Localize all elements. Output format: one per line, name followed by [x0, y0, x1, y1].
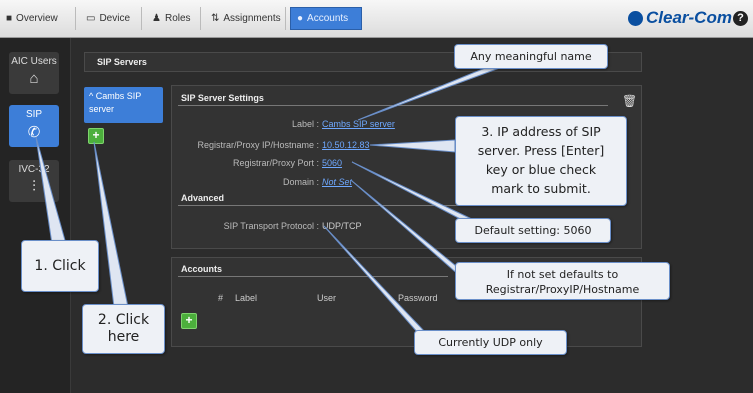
leader-click2 [93, 141, 129, 308]
callout-click-2: 2. Click here [82, 304, 165, 354]
leader-udp [323, 225, 428, 334]
callout-line: server. Press [Enter] [477, 143, 605, 158]
leader-click1 [35, 136, 67, 245]
callout-domain-default: If not set defaults to Registrar/ProxyIP… [455, 262, 670, 300]
callout-line: 2. Click [97, 312, 150, 328]
callout-click-1: 1. Click [21, 240, 99, 292]
callout-line: mark to submit. [491, 181, 591, 196]
leader-domain [351, 180, 461, 277]
callout-any-meaningful-name: Any meaningful name [454, 44, 608, 69]
leader-name [357, 65, 506, 121]
callout-line: If not set defaults to [506, 268, 619, 281]
callout-udp-only: Currently UDP only [414, 330, 567, 355]
callout-default-port: Default setting: 5060 [455, 218, 611, 243]
callout-line: Registrar/ProxyIP/Hostname [485, 283, 640, 296]
callout-line: 3. IP address of SIP [481, 124, 601, 139]
leader-ip [369, 139, 456, 153]
callout-line: here [107, 329, 140, 345]
callout-line: key or blue check [485, 162, 597, 177]
callout-ip-address: 3. IP address of SIP server. Press [Ente… [455, 116, 627, 206]
